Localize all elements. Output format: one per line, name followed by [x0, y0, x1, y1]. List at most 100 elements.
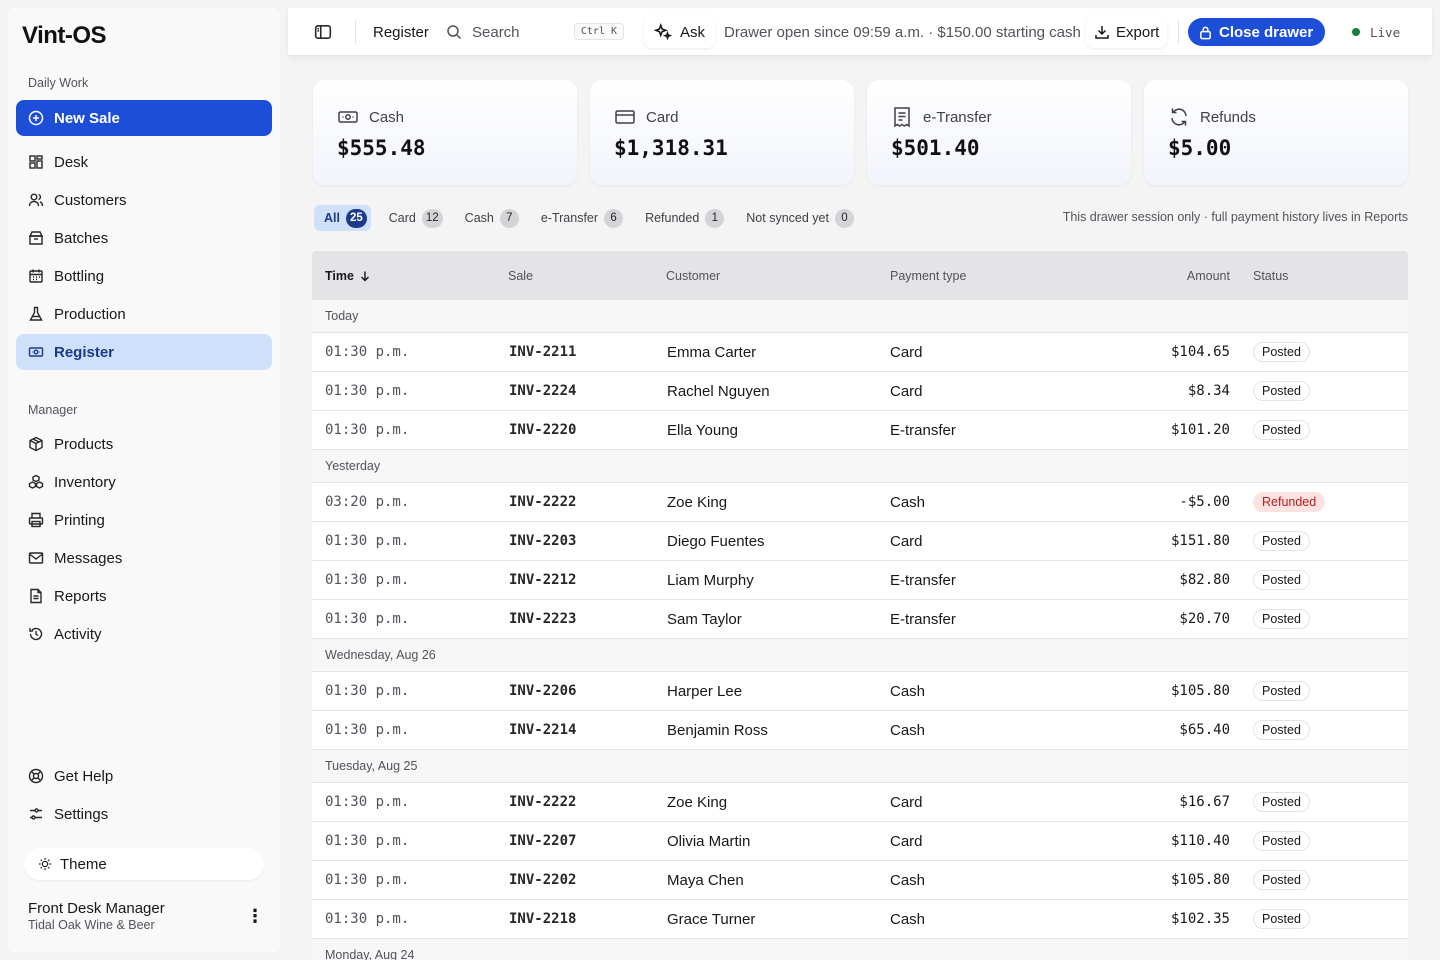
sidebar-item-register[interactable]: Register: [16, 334, 272, 370]
sidebar-item-products[interactable]: Products: [16, 426, 272, 462]
close-drawer-button[interactable]: Close drawer: [1188, 18, 1326, 46]
sidebar-item-inventory[interactable]: Inventory: [16, 464, 272, 500]
sidebar-item-customers[interactable]: Customers: [16, 182, 272, 218]
cell-payment: E-transfer: [890, 421, 956, 439]
live-status: Live: [1352, 8, 1400, 56]
cell-sale[interactable]: INV-2223: [509, 600, 576, 638]
status-badge: Posted: [1253, 531, 1310, 551]
lock-icon: [1198, 25, 1213, 40]
sliders-icon: [28, 806, 44, 822]
sidebar-item-printing[interactable]: Printing: [16, 502, 272, 538]
cell-payment: Cash: [890, 910, 926, 928]
ask-label: Ask: [680, 23, 706, 41]
cell-sale[interactable]: INV-2212: [509, 561, 576, 599]
table-row[interactable]: 01:30 p.m. INV-2206 Harper Lee Cash $105.80 P…: [312, 672, 1408, 711]
column-status-header[interactable]: Status: [1253, 251, 1288, 300]
cell-sale[interactable]: INV-2224: [509, 372, 576, 410]
sidebar-item-batches[interactable]: Batches: [16, 220, 272, 256]
column-sale-header[interactable]: Sale: [508, 251, 533, 300]
filter-label: e-Transfer: [540, 211, 599, 225]
settings-label: Settings: [54, 805, 109, 823]
cell-sale[interactable]: INV-2211: [509, 333, 576, 371]
search-input[interactable]: Search Ctrl K: [438, 16, 634, 48]
table-row[interactable]: 01:30 p.m. INV-2224 Rachel Nguyen Card $8.34…: [312, 372, 1408, 411]
toggle-sidebar-button[interactable]: [314, 8, 332, 56]
cell-sale[interactable]: INV-2202: [509, 861, 576, 899]
filter-card[interactable]: Card 12: [379, 205, 447, 231]
summary-card-card: Card $1,318.31: [590, 80, 854, 185]
cell-sale[interactable]: INV-2206: [509, 672, 576, 710]
filter-etransfer[interactable]: e-Transfer 6: [531, 205, 627, 231]
user-org: Tidal Oak Wine & Beer: [28, 918, 155, 932]
cell-payment: E-transfer: [890, 610, 956, 628]
cell-customer: Sam Taylor: [667, 610, 742, 628]
filter-cash[interactable]: Cash 7: [455, 205, 523, 231]
settings-button[interactable]: Settings: [16, 796, 272, 832]
filter-all[interactable]: All 25: [314, 205, 371, 231]
sidebar-item-reports[interactable]: Reports: [16, 578, 272, 614]
drawer-status: Drawer open since 09:59 a.m. · $150.00 s…: [724, 23, 1081, 41]
app-logo[interactable]: Vint-OS: [22, 22, 107, 50]
plus-circle-icon: [28, 110, 44, 126]
divider: [1178, 20, 1179, 44]
get-help-button[interactable]: Get Help: [16, 758, 272, 794]
column-payment-header[interactable]: Payment type: [890, 251, 966, 300]
cell-amount: $16.67: [1179, 794, 1230, 810]
sidebar-item-messages[interactable]: Messages: [16, 540, 272, 576]
calendar-icon: [28, 268, 44, 284]
table-row[interactable]: 03:20 p.m. INV-2222 Zoe King Cash -$5.00 Refu…: [312, 483, 1408, 522]
column-time-header[interactable]: Time: [325, 251, 371, 300]
cell-sale[interactable]: INV-2214: [509, 711, 576, 749]
table-row[interactable]: 01:30 p.m. INV-2223 Sam Taylor E-transfer $2…: [312, 600, 1408, 639]
table-row[interactable]: 01:30 p.m. INV-2202 Maya Chen Cash $105.80 Po…: [312, 861, 1408, 900]
cell-time: 01:30 p.m.: [325, 833, 410, 849]
table-row[interactable]: 01:30 p.m. INV-2207 Olivia Martin Card $110.…: [312, 822, 1408, 861]
cell-time: 01:30 p.m.: [325, 422, 410, 438]
cell-sale[interactable]: INV-2220: [509, 411, 576, 449]
cell-sale[interactable]: INV-2222: [509, 483, 576, 521]
status-badge: Posted: [1253, 381, 1310, 401]
table-row[interactable]: 01:30 p.m. INV-2211 Emma Carter Card $104.65…: [312, 333, 1408, 372]
summary-label: e-Transfer: [923, 108, 992, 126]
table-row[interactable]: 01:30 p.m. INV-2212 Liam Murphy E-transfer $…: [312, 561, 1408, 600]
table-row[interactable]: 01:30 p.m. INV-2203 Diego Fuentes Card $151.…: [312, 522, 1408, 561]
cell-payment: Cash: [890, 493, 926, 511]
cell-sale[interactable]: INV-2222: [509, 783, 576, 821]
sidebar-item-desk[interactable]: Desk: [16, 144, 272, 180]
table-row[interactable]: 01:30 p.m. INV-2220 Ella Young E-transfer $1…: [312, 411, 1408, 450]
cubes-icon: [28, 474, 44, 490]
user-menu-button[interactable]: ⋮: [246, 906, 264, 927]
table-row[interactable]: 01:30 p.m. INV-2214 Benjamin Ross Cash $65.4…: [312, 711, 1408, 750]
column-amount-header[interactable]: Amount: [1142, 251, 1230, 300]
cell-sale[interactable]: INV-2218: [509, 900, 576, 938]
new-sale-button[interactable]: New Sale: [16, 100, 272, 136]
cell-time: 01:30 p.m.: [325, 533, 410, 549]
table-row[interactable]: 01:30 p.m. INV-2222 Zoe King Card $16.67 Post…: [312, 783, 1408, 822]
cell-sale[interactable]: INV-2207: [509, 822, 576, 860]
group-label: Yesterday: [325, 459, 381, 473]
table-row[interactable]: 01:30 p.m. INV-2218 Grace Turner Cash $102.3…: [312, 900, 1408, 939]
sidebar-item-activity[interactable]: Activity: [16, 616, 272, 652]
sidebar-item-production[interactable]: Production: [16, 296, 272, 332]
sidebar-item-label: Batches: [54, 229, 109, 247]
divider: [355, 20, 356, 44]
cell-amount: $102.35: [1170, 911, 1230, 927]
filter-not-synced[interactable]: Not synced yet 0: [736, 205, 858, 231]
history-icon: [28, 626, 44, 642]
sidebar-item-label: Register: [54, 343, 115, 361]
cell-customer: Ella Young: [667, 421, 738, 439]
export-button[interactable]: Export: [1086, 16, 1168, 48]
cell-amount: $65.40: [1179, 722, 1230, 738]
column-customer-header[interactable]: Customer: [666, 251, 720, 300]
cell-time: 01:30 p.m.: [325, 683, 410, 699]
refresh-icon: [1168, 106, 1200, 128]
summary-card-cash: Cash $555.48: [313, 80, 577, 185]
close-drawer-label: Close drawer: [1219, 23, 1314, 41]
ask-button[interactable]: Ask: [644, 16, 716, 48]
filter-refunded[interactable]: Refunded 1: [635, 205, 728, 231]
cell-status: Posted: [1253, 672, 1310, 710]
sidebar-item-bottling[interactable]: Bottling: [16, 258, 272, 294]
cell-sale[interactable]: INV-2203: [509, 522, 576, 560]
summary-value: $1,318.31: [614, 136, 728, 160]
theme-toggle[interactable]: Theme: [24, 848, 264, 880]
